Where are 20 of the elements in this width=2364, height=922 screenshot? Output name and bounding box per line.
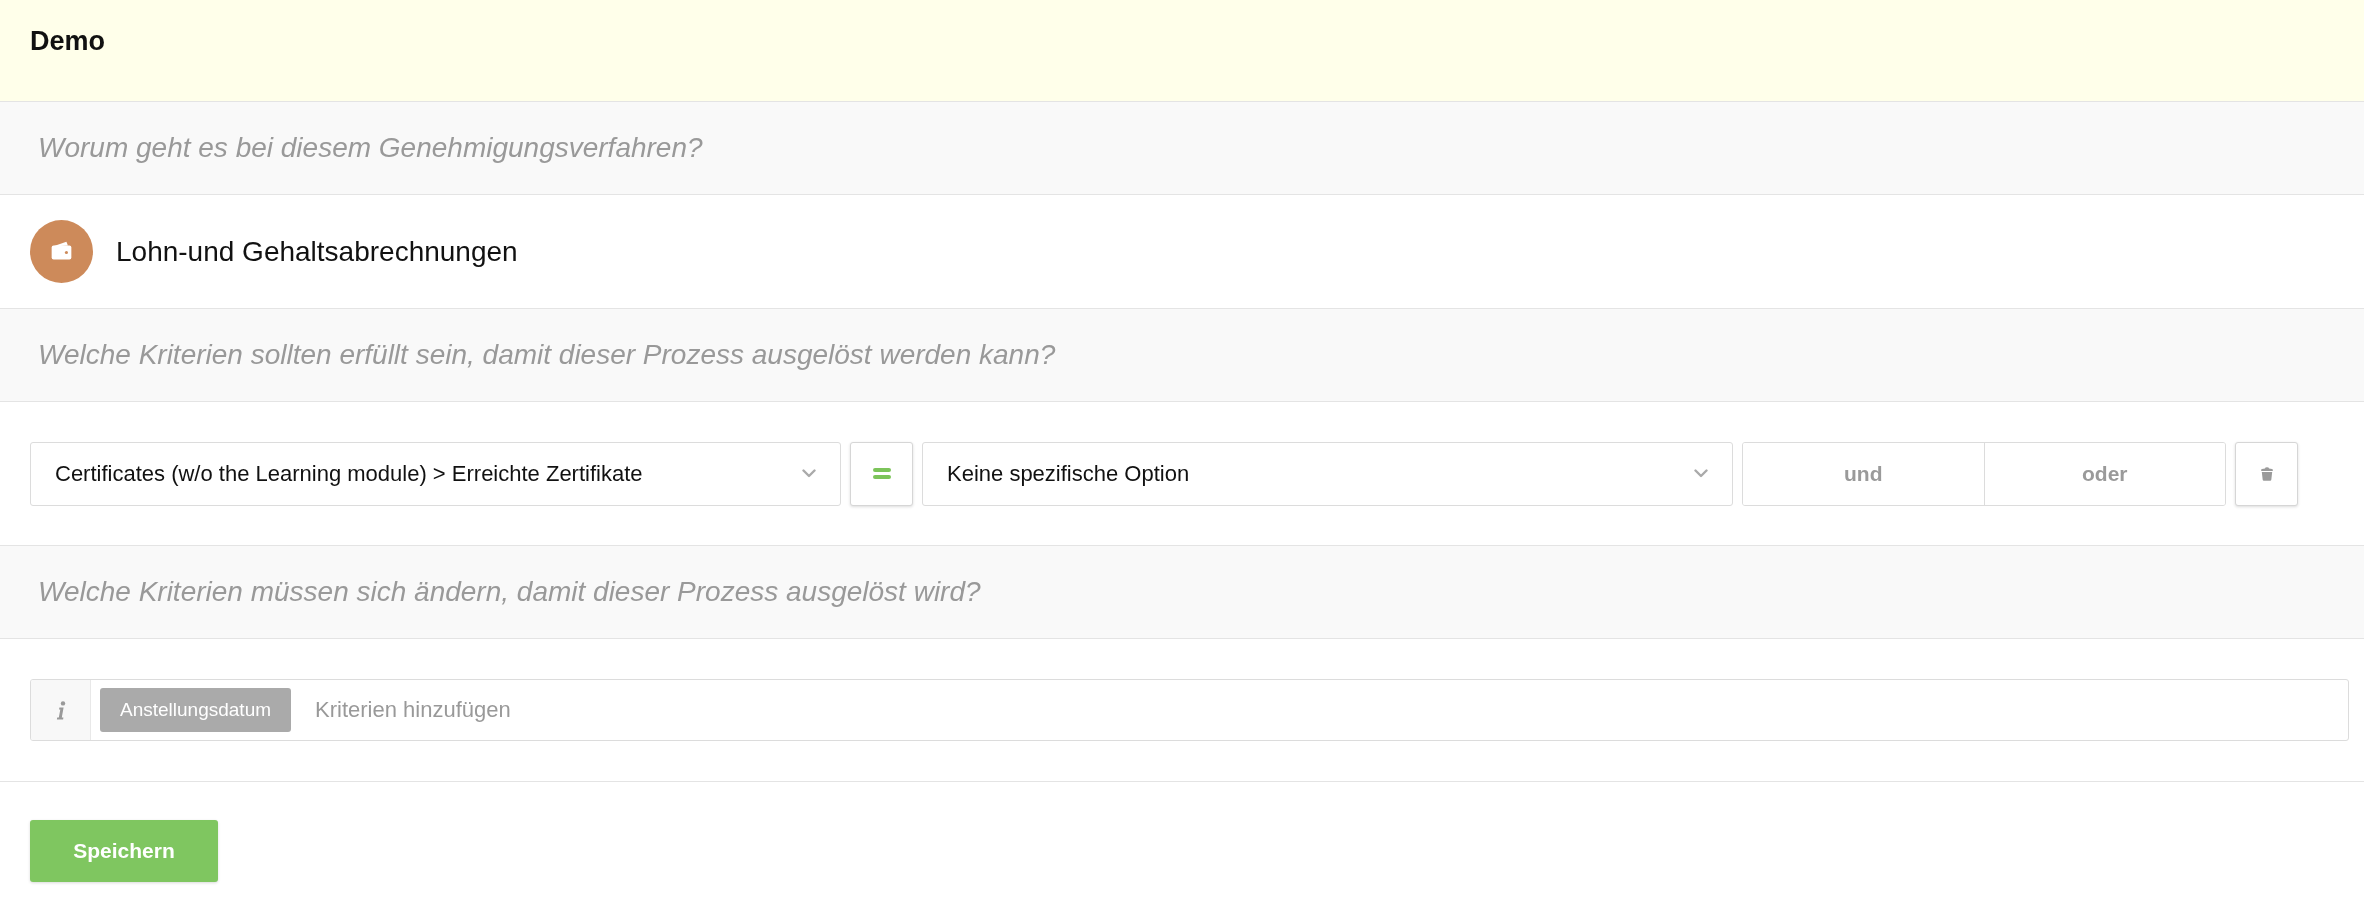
chevron-down-icon — [802, 469, 816, 478]
page-title: Demo — [30, 25, 105, 58]
field-dropdown[interactable]: Certificates (w/o the Learning module) > Erreichte Zertifikate — [30, 441, 841, 506]
question-text: Welche Kriterien sollten erfüllt sein, damit dieser Prozess ausgelöst werden kann? — [38, 339, 1056, 371]
chevron-down-icon — [1694, 469, 1708, 478]
tag-chip: Anstellungsdatum — [100, 688, 292, 732]
category-label: Lohn-und Gehaltsabrechnungen — [116, 235, 518, 268]
question-text: Worum geht es bei diesem Genehmigungsverfahren? — [38, 132, 703, 164]
question-text: Welche Kriterien müssen sich ändern, damit dieser Prozess ausgelöst wird? — [38, 576, 981, 608]
delete-button[interactable] — [2235, 441, 2298, 506]
connector-option[interactable]: oder — [1983, 442, 2225, 505]
trash-icon — [2260, 466, 2273, 481]
info-icon — [55, 700, 66, 720]
value-dropdown[interactable]: Keine spezifische Option — [922, 441, 1733, 506]
wallet-icon — [30, 220, 93, 283]
equals-button[interactable] — [850, 441, 913, 506]
tag-input-box[interactable]: Anstellungsdatum Kriterien hinzufügen — [30, 679, 2349, 741]
save-button[interactable]: Speichern — [30, 820, 218, 882]
criteria-input[interactable]: Kriterien hinzufügen — [291, 680, 2348, 740]
equals-icon — [872, 468, 891, 479]
